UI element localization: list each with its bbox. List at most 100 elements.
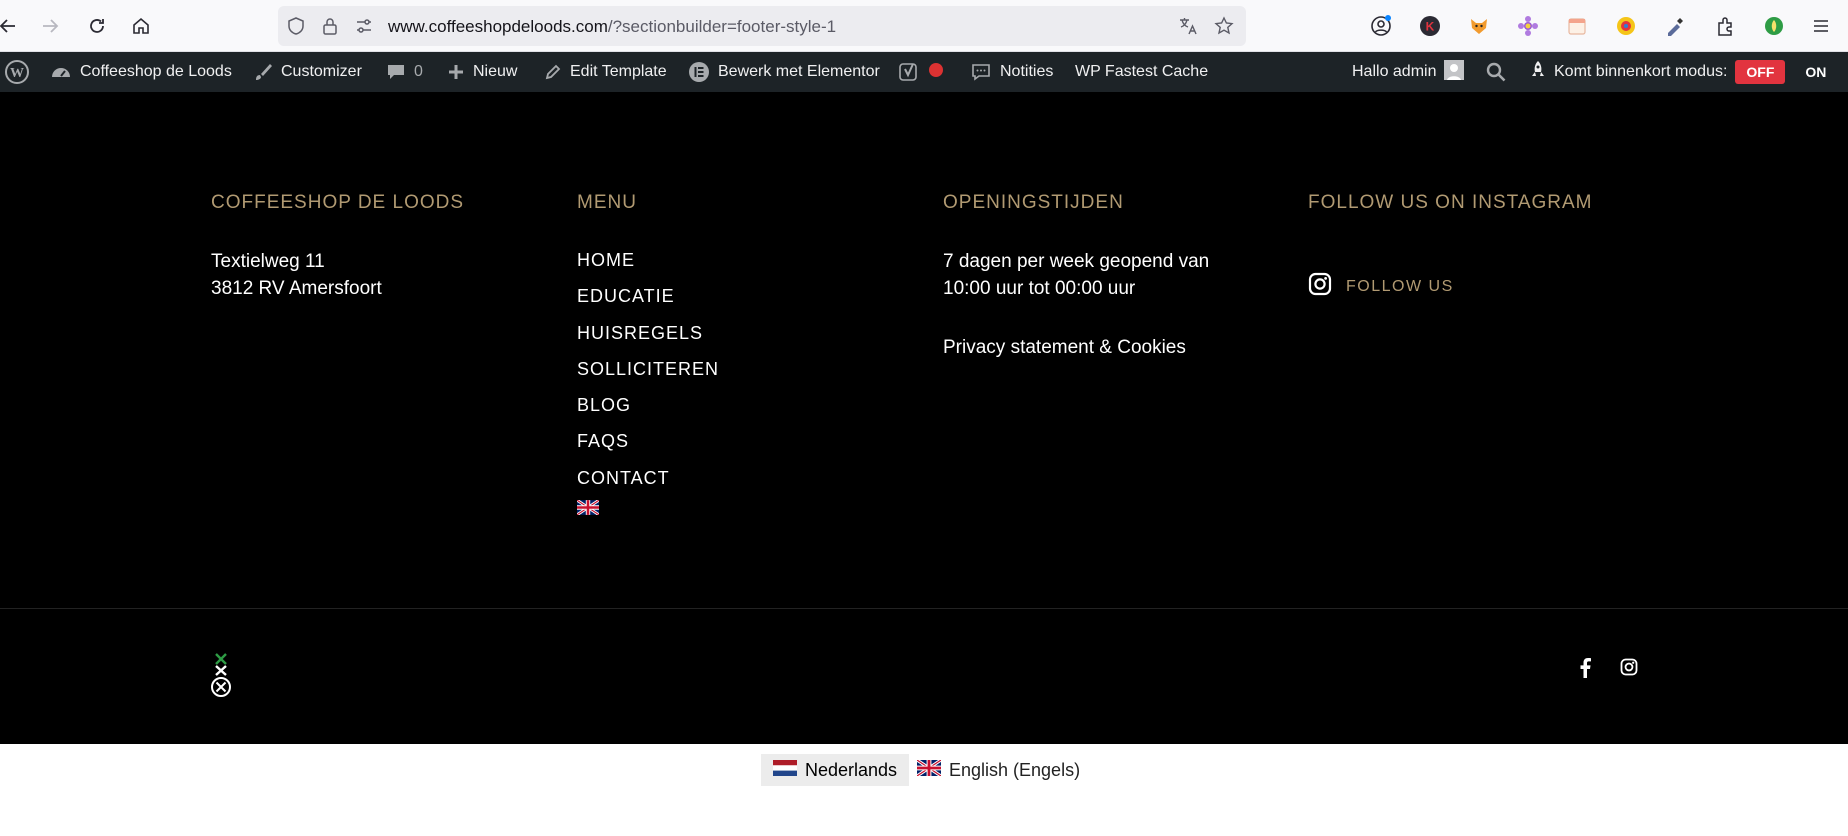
follow-us-label: FOLLOW US xyxy=(1346,277,1454,295)
site-footer: COFFEESHOP DE LOODS Textielweg 11 3812 R… xyxy=(0,92,1848,744)
bookmark-star-icon[interactable] xyxy=(1214,16,1234,36)
elementor-icon xyxy=(688,61,710,83)
paintbrush-icon xyxy=(253,62,273,82)
footer-divider xyxy=(0,608,1848,609)
home-icon xyxy=(133,17,149,34)
svg-text:W: W xyxy=(10,66,24,81)
rocket-icon xyxy=(1530,60,1546,85)
reload-icon xyxy=(90,19,104,33)
footer-menu-blog[interactable]: BLOG xyxy=(577,395,631,416)
toggle-off-state[interactable]: OFF xyxy=(1735,60,1786,84)
yoast-icon xyxy=(898,61,920,83)
fox-extension-icon[interactable] xyxy=(1466,13,1492,39)
url-host: www.coffeeshopdeloods.com xyxy=(388,17,608,36)
english-flag-icon xyxy=(917,759,941,781)
greeting-label: Hallo admin xyxy=(1352,63,1437,80)
forward-button[interactable] xyxy=(36,12,64,40)
footer-menu-home[interactable]: HOME xyxy=(577,250,635,271)
flower-extension-icon[interactable] xyxy=(1515,13,1541,39)
site-name-label: Coffeeshop de Loods xyxy=(80,63,232,80)
customizer-label: Customizer xyxy=(281,63,362,80)
yoast-seo-menu[interactable] xyxy=(898,52,944,92)
language-nl[interactable]: Nederlands xyxy=(761,754,910,786)
reload-button[interactable] xyxy=(83,12,111,40)
account-icon[interactable] xyxy=(1368,13,1394,39)
footer-col-menu-title: MENU xyxy=(577,192,637,213)
lock-icon[interactable] xyxy=(320,16,340,36)
footer-menu-huisregels[interactable]: HUISREGELS xyxy=(577,323,703,344)
green-extension-icon[interactable] xyxy=(1761,13,1787,39)
notifications-label: Notities xyxy=(1000,63,1054,80)
language-en-label: English (Engels) xyxy=(949,759,1081,780)
coming-soon-label: Komt binnenkort modus: xyxy=(1554,63,1728,80)
my-account-menu[interactable]: Hallo admin xyxy=(1352,52,1465,92)
url-path: /?sectionbuilder=footer-style-1 xyxy=(607,17,837,36)
footer-col-company-title: COFFEESHOP DE LOODS xyxy=(211,192,465,213)
eyedropper-extension-icon[interactable] xyxy=(1662,13,1688,39)
footer-menu-educatie[interactable]: EDUCATIE xyxy=(577,286,675,307)
footer-menu-solliciteren[interactable]: SOLLICITEREN xyxy=(577,359,719,380)
facebook-icon xyxy=(1578,656,1592,683)
amsterdam-logo-icon[interactable] xyxy=(206,652,236,704)
edit-template-link[interactable]: Edit Template xyxy=(544,52,667,92)
instagram-social-link[interactable] xyxy=(1616,656,1642,682)
privacy-link[interactable]: Privacy statement & Cookies xyxy=(943,334,1186,361)
footer-menu-faqs[interactable]: FAQS xyxy=(577,431,629,452)
forward-arrow-icon xyxy=(43,19,59,33)
admin-search-button[interactable] xyxy=(1486,52,1506,92)
dashboard-icon xyxy=(50,62,72,82)
address-line-2: 3812 RV Amersfoort xyxy=(211,278,382,299)
facebook-link[interactable] xyxy=(1572,656,1598,682)
instagram-small-icon xyxy=(1620,658,1638,681)
wp-admin-bar: W Coffeeshop de Loods Customizer 0 Nieuw… xyxy=(0,52,1848,92)
shield-icon[interactable] xyxy=(286,16,306,36)
elementor-edit-link[interactable]: Bewerk met Elementor xyxy=(688,52,880,92)
language-nl-label: Nederlands xyxy=(805,759,898,780)
language-en[interactable]: English (Engels) xyxy=(905,754,1092,786)
svg-text:K: K xyxy=(1426,20,1435,34)
back-button[interactable] xyxy=(0,12,22,40)
hours-line-2: 10:00 uur tot 00:00 uur xyxy=(943,278,1136,299)
pencil-icon xyxy=(544,63,562,81)
hours-line-1: 7 dagen per week geopend van xyxy=(943,251,1210,272)
avatar xyxy=(1444,59,1465,85)
wp-fastest-cache-menu[interactable]: WP Fastest Cache xyxy=(1075,52,1208,92)
instagram-follow-link[interactable]: FOLLOW US xyxy=(1308,272,1454,301)
instagram-icon xyxy=(1308,272,1332,301)
wordpress-logo-icon: W xyxy=(4,59,30,85)
wp-logo-menu[interactable]: W xyxy=(4,52,30,92)
home-button[interactable] xyxy=(127,12,155,40)
address-line-1: Textielweg 11 xyxy=(211,251,325,272)
menu-hamburger-icon[interactable] xyxy=(1808,13,1834,39)
edit-template-label: Edit Template xyxy=(570,63,667,80)
colorful-extension-icon[interactable] xyxy=(1613,13,1639,39)
k-extension-icon[interactable]: K xyxy=(1417,13,1443,39)
url-text[interactable]: www.coffeeshopdeloods.com/?sectionbuilde… xyxy=(388,17,836,37)
back-arrow-icon xyxy=(0,19,15,33)
elementor-label: Bewerk met Elementor xyxy=(718,63,880,80)
uk-flag-icon[interactable] xyxy=(576,498,600,520)
new-content-menu[interactable]: Nieuw xyxy=(447,52,517,92)
footer-col-instagram-title: FOLLOW US ON INSTAGRAM xyxy=(1308,192,1593,213)
address-bar[interactable]: www.coffeeshopdeloods.com/?sectionbuilde… xyxy=(278,6,1246,46)
site-name-menu[interactable]: Coffeeshop de Loods xyxy=(50,52,232,92)
customizer-link[interactable]: Customizer xyxy=(253,52,362,92)
dutch-flag-icon xyxy=(773,759,797,781)
coming-soon-toggle[interactable]: Komt binnenkort modus: OFF ON xyxy=(1530,52,1826,92)
comments-count: 0 xyxy=(414,63,423,80)
comments-link[interactable]: 0 xyxy=(386,52,423,92)
page-permissions-icon[interactable] xyxy=(354,16,374,36)
speech-bubble-icon xyxy=(970,62,992,82)
cache-label: WP Fastest Cache xyxy=(1075,63,1209,80)
browser-toolbar: www.coffeeshopdeloods.com/?sectionbuilde… xyxy=(0,0,1848,52)
footer-menu-contact[interactable]: CONTACT xyxy=(577,468,670,489)
notifications-link[interactable]: Notities xyxy=(970,52,1053,92)
extensions-puzzle-icon[interactable] xyxy=(1713,13,1739,39)
calendar-extension-icon[interactable] xyxy=(1564,13,1590,39)
search-icon xyxy=(1486,62,1506,82)
seo-status-dot-icon xyxy=(928,62,944,83)
toggle-on-state[interactable]: ON xyxy=(1805,64,1826,80)
translate-icon[interactable] xyxy=(1178,16,1198,36)
language-switcher: Nederlands English (Engels) xyxy=(0,744,1848,836)
plus-icon xyxy=(447,63,465,81)
